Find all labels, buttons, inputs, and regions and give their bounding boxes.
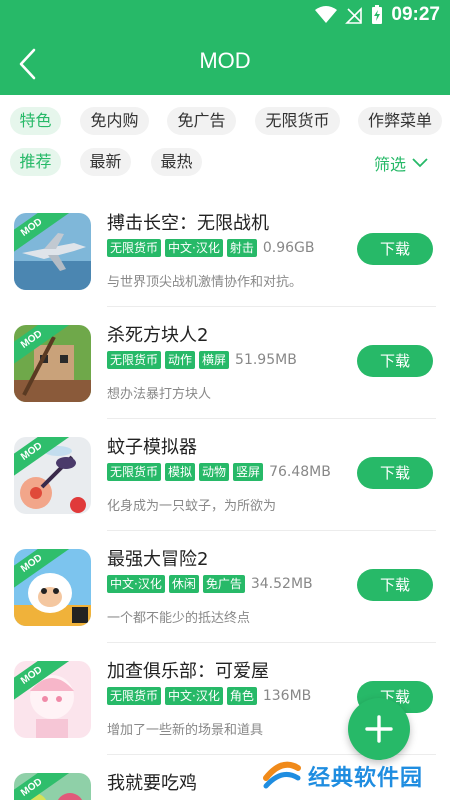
add-fab-button[interactable]	[348, 698, 410, 760]
chicken-game-icon: MOD	[14, 773, 91, 800]
download-button[interactable]: 下载	[357, 345, 433, 377]
app-description: 增加了一些新的场景和道具	[107, 723, 264, 738]
app-title: 最强大冒险2	[107, 549, 209, 570]
app-meta: 无限货币 模拟 动物 竖屏 76.48MB	[107, 463, 331, 481]
watermark: 经典软件园	[262, 752, 450, 800]
category-chip-no-iap[interactable]: 免内购	[80, 107, 149, 135]
app-size: 0.96GB	[262, 240, 315, 256]
app-tag: 横屏	[199, 351, 230, 369]
app-tag: 中文·汉化	[107, 575, 165, 593]
app-tag: 射击	[226, 239, 257, 257]
app-meta: 无限货币 动作 横屏 51.95MB	[107, 351, 297, 369]
app-description: 一个都不能少的抵达终点	[107, 611, 251, 626]
battery-charging-icon	[372, 5, 383, 24]
list-item[interactable]: MOD 杀死方块人2 无限货币 动作 横屏 51.95MB 想办法暴打方块人 下…	[0, 307, 450, 419]
app-meta: 中文·汉化 休闲 免广告 34.52MB	[107, 575, 313, 593]
list-item[interactable]: MOD 蚊子模拟器 无限货币 模拟 动物 竖屏 76.48MB 化身成为一只蚊子…	[0, 419, 450, 531]
page-title: MOD	[199, 48, 251, 73]
chevron-down-icon	[412, 158, 428, 168]
app-tag: 无限货币	[107, 463, 162, 481]
no-signal-icon	[345, 7, 363, 24]
status-time: 09:27	[391, 4, 440, 25]
app-title: 蚊子模拟器	[107, 437, 197, 458]
app-tag: 中文·汉化	[165, 687, 223, 705]
download-button[interactable]: 下载	[357, 457, 433, 489]
watermark-logo-icon	[263, 761, 301, 789]
category-chip-no-ads[interactable]: 免广告	[167, 107, 236, 135]
filter-button[interactable]: 筛选	[374, 149, 428, 177]
wifi-icon	[315, 6, 338, 23]
app-tag: 模拟	[165, 463, 196, 481]
category-chip-cheat-menu[interactable]: 作弊菜单	[358, 107, 442, 135]
gacha-club-game-icon: MOD	[14, 661, 91, 738]
mosquito-game-icon: MOD	[14, 437, 91, 514]
block-man-game-icon: MOD	[14, 325, 91, 402]
app-title: 我就要吃鸡	[107, 773, 197, 794]
list-item[interactable]: MOD 搏击长空：无限战机 无限货币 中文·汉化 射击 0.96GB 与世界顶尖…	[0, 195, 450, 307]
app-meta: 无限货币 中文·汉化 角色 136MB	[107, 687, 311, 705]
app-description: 想办法暴打方块人	[107, 387, 212, 402]
app-size: 136MB	[262, 688, 312, 704]
app-size: 51.95MB	[235, 352, 297, 368]
app-title: 杀死方块人2	[107, 325, 209, 346]
sort-chip-latest[interactable]: 最新	[80, 148, 131, 176]
fighter-jet-game-icon: MOD	[14, 213, 91, 290]
app-tag: 动作	[165, 351, 196, 369]
app-tag: 中文·汉化	[165, 239, 223, 257]
app-title: 搏击长空：无限战机	[107, 213, 269, 234]
app-title: 加查俱乐部：可爱屋	[107, 661, 269, 682]
app-tag: 动物	[199, 463, 230, 481]
app-meta: 无限货币 中文·汉化 射击 0.96GB	[107, 239, 314, 257]
sheep-adventure-game-icon: MOD	[14, 549, 91, 626]
app-tag: 角色	[226, 687, 257, 705]
app-tag: 无限货币	[107, 239, 162, 257]
top-app-bar: 09:27 MOD	[0, 0, 450, 95]
category-chip-featured[interactable]: 特色	[10, 107, 61, 135]
app-description: 与世界顶尖战机激情协作和对抗。	[107, 275, 303, 290]
filter-label: 筛选	[373, 155, 406, 174]
category-chip-unlimited-currency[interactable]: 无限货币	[255, 107, 340, 135]
status-bar: 09:27	[0, 0, 450, 30]
app-size: 34.52MB	[250, 576, 313, 592]
plus-icon	[365, 715, 393, 743]
app-description: 化身成为一只蚊子，为所欲为	[107, 499, 277, 514]
app-tag: 休闲	[168, 575, 199, 593]
app-size: 76.48MB	[269, 464, 331, 480]
sort-chip-recommended[interactable]: 推荐	[10, 148, 61, 176]
app-tag: 无限货币	[107, 687, 162, 705]
sort-chip-hottest[interactable]: 最热	[151, 148, 202, 176]
app-tag: 免广告	[202, 575, 245, 593]
app-tag: 竖屏	[233, 463, 264, 481]
download-button[interactable]: 下载	[357, 569, 433, 601]
download-button[interactable]: 下载	[357, 233, 433, 265]
app-tag: 无限货币	[107, 351, 162, 369]
watermark-text: 经典软件园	[308, 766, 424, 791]
list-item[interactable]: MOD 最强大冒险2 中文·汉化 休闲 免广告 34.52MB 一个都不能少的抵…	[0, 531, 450, 643]
